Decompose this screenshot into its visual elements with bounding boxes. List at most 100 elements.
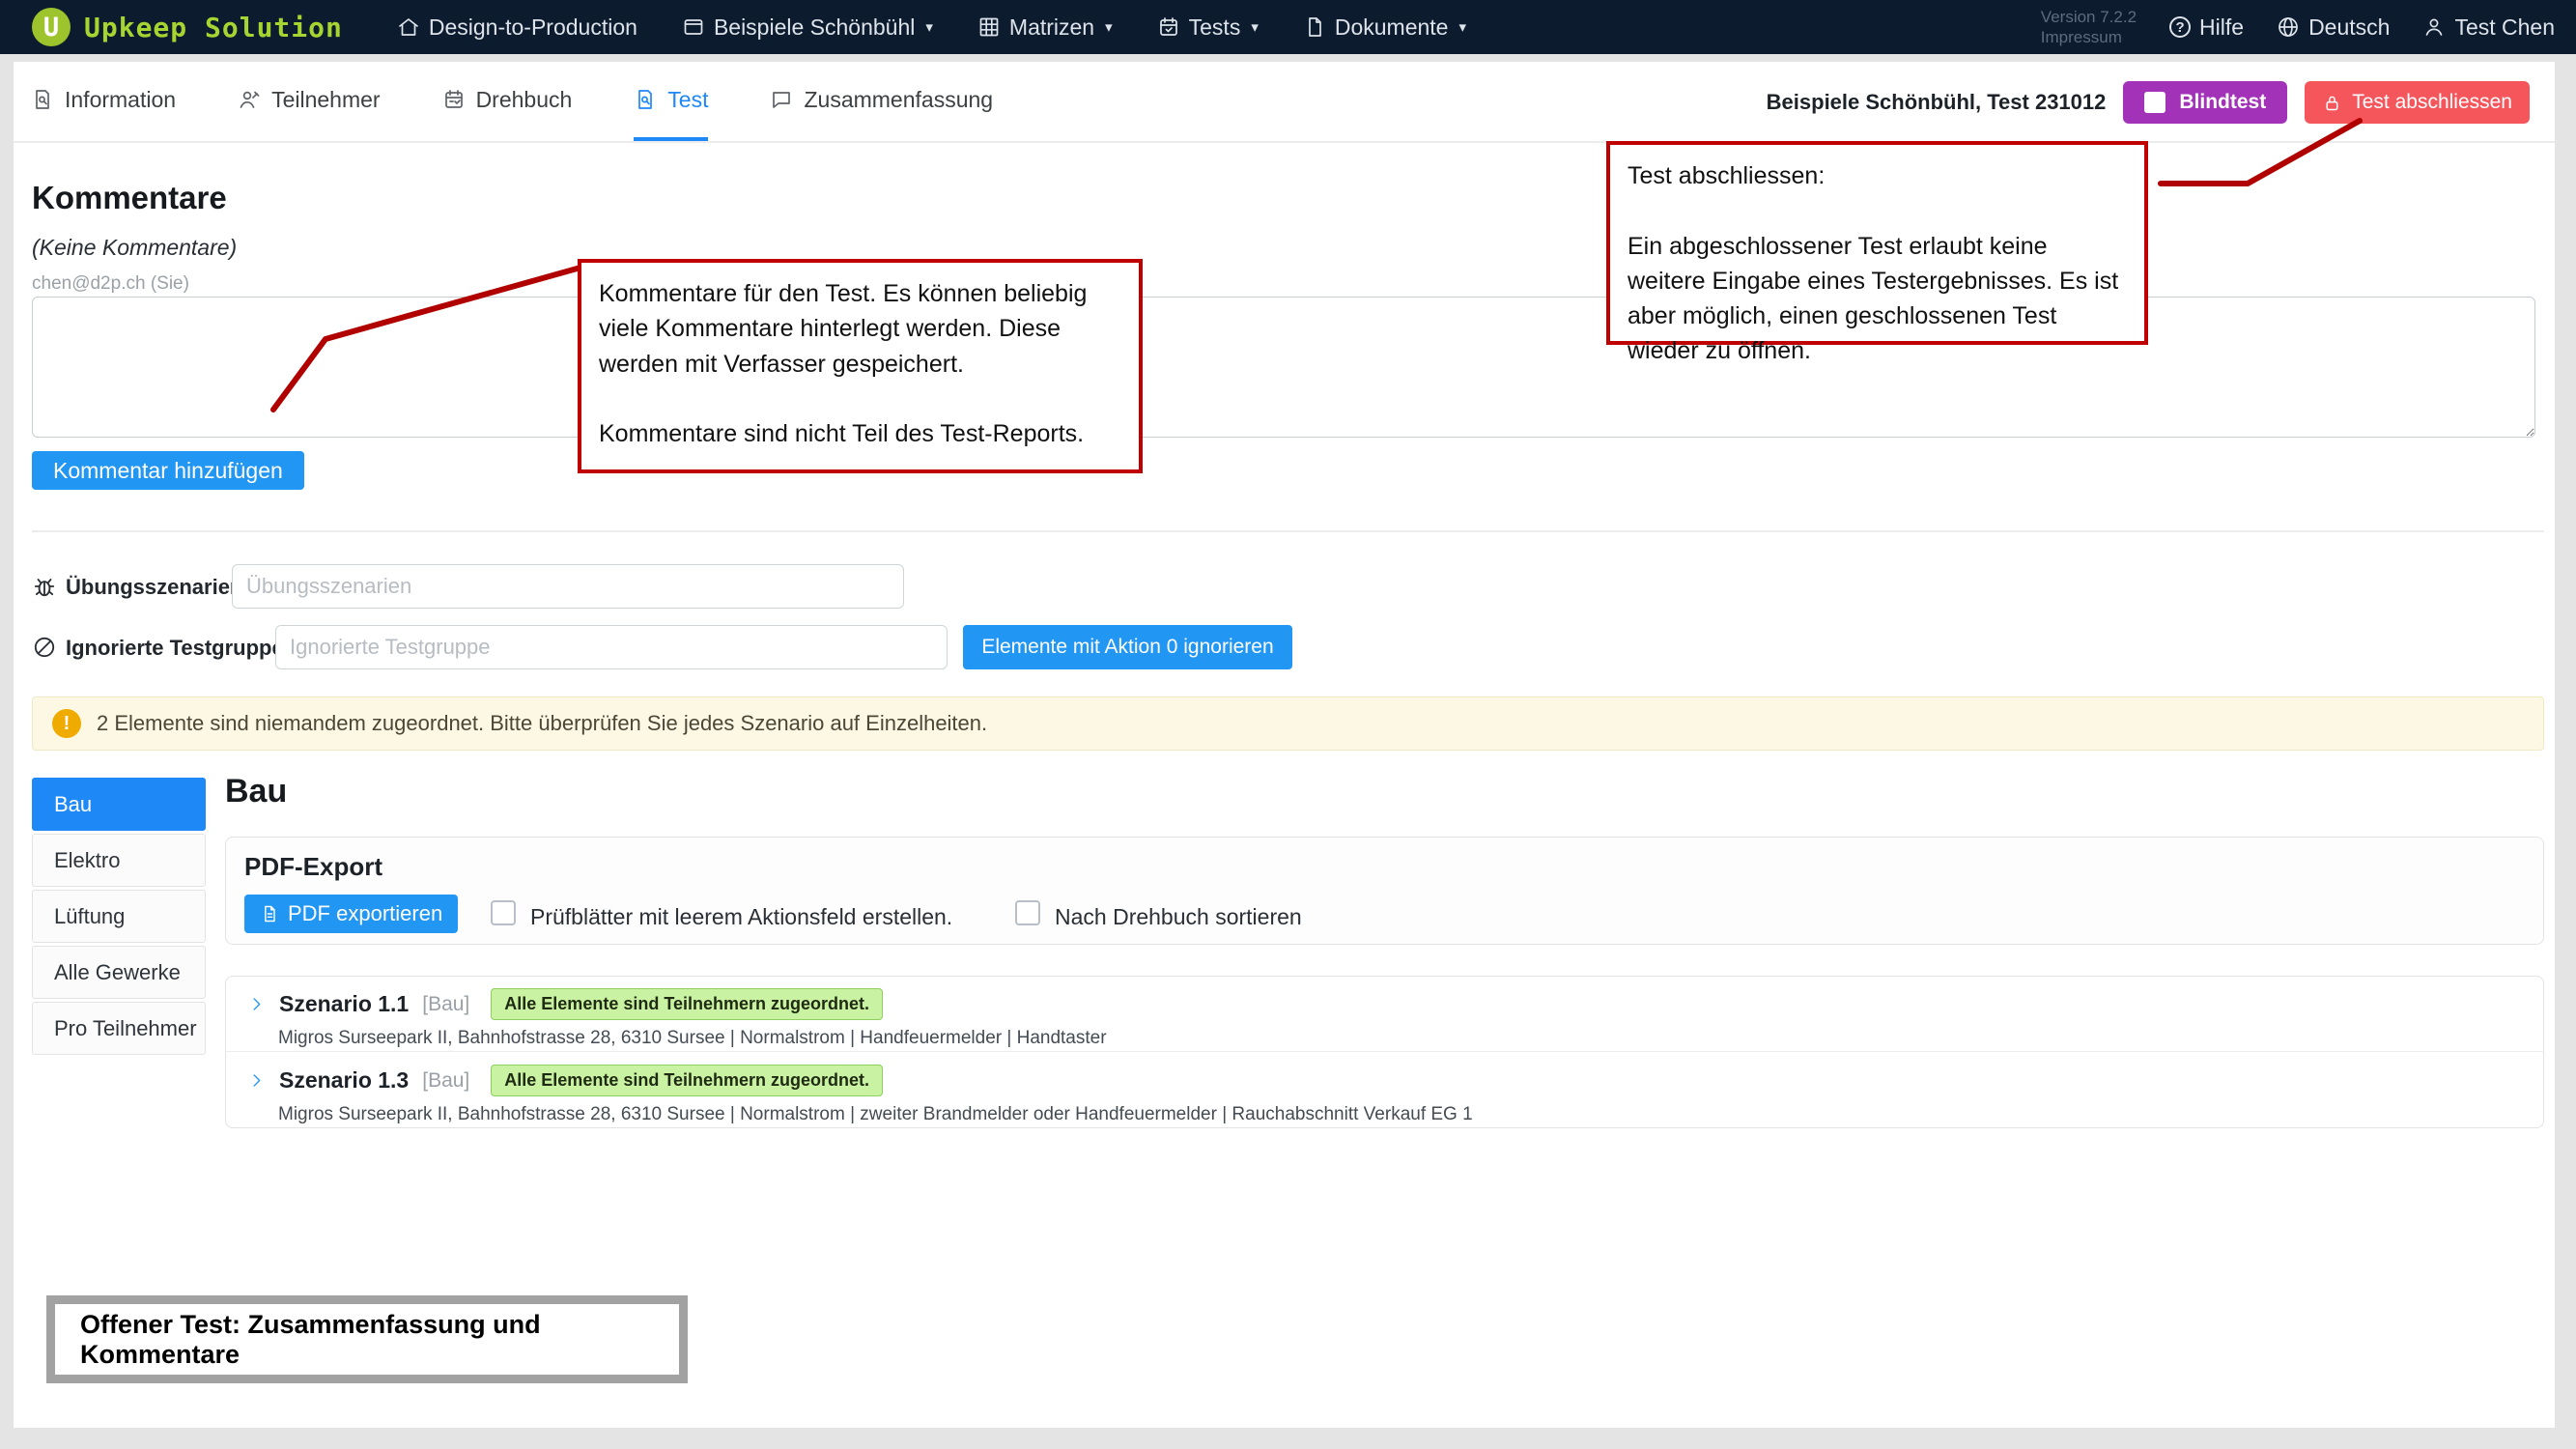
scenario-row: Szenario 1.3 [Bau] Alle Elemente sind Te…: [225, 1052, 2544, 1128]
blindtest-label: Blindtest: [2179, 91, 2266, 114]
chevron-down-icon: ▾: [1251, 18, 1259, 36]
scenario-details: Migros Surseepark II, Bahnhofstrasse 28,…: [278, 1028, 2544, 1049]
comment-annotation-note: Kommentare für den Test. Es können belie…: [578, 259, 1143, 473]
document-search-icon: [634, 88, 657, 111]
add-comment-button[interactable]: Kommentar hinzufügen: [32, 451, 304, 490]
scenario-status-badge: Alle Elemente sind Teilnehmern zugeordne…: [491, 1065, 883, 1096]
comment-author: chen@d2p.ch (Sie): [32, 273, 189, 295]
scenario-name[interactable]: Szenario 1.1: [279, 991, 409, 1017]
globe-icon: [2277, 15, 2300, 39]
version-block: Version 7.2.2 Impressum: [2041, 7, 2137, 48]
document-search-icon: [31, 88, 54, 111]
scenario-trade-tag: [Bau]: [422, 993, 469, 1016]
impressum-link[interactable]: Impressum: [2041, 27, 2137, 47]
empty-action-field-label: Prüfblätter mit leerem Aktionsfeld erste…: [530, 904, 952, 930]
ignorierte-testgruppe-label: Ignorierte Testgruppe:: [66, 636, 291, 661]
context-title: Beispiele Schönbühl, Test 231012: [1767, 90, 2107, 115]
calendar-icon: [442, 88, 466, 111]
main-nav: Design-to-Production Beispiele Schönbühl…: [397, 14, 1466, 41]
close-test-button[interactable]: Test abschliessen: [2305, 81, 2530, 124]
nav-dokumente[interactable]: Dokumente ▾: [1303, 14, 1466, 41]
tab-test[interactable]: Test: [634, 62, 708, 141]
language-label: Deutsch: [2308, 14, 2390, 41]
sidebar-item-alle-gewerke[interactable]: Alle Gewerke: [32, 946, 206, 999]
exercise-bug-icon: [32, 574, 57, 599]
help-menu[interactable]: ? Hilfe: [2169, 14, 2244, 41]
version-text: Version 7.2.2: [2041, 7, 2137, 27]
nav-label: Tests: [1189, 14, 1241, 41]
no-comments-text: (Keine Kommentare): [32, 235, 237, 261]
grid-icon: [977, 15, 1001, 39]
warning-banner: ! 2 Elemente sind niemandem zugeordnet. …: [32, 696, 2544, 751]
scenario-trade-tag: [Bau]: [422, 1069, 469, 1093]
chat-bubble-icon: [770, 88, 793, 111]
empty-action-field-checkbox[interactable]: [491, 900, 516, 925]
sort-by-drehbuch-checkbox[interactable]: [1015, 900, 1040, 925]
uebungsszenarien-label: Übungsszenarien:: [66, 575, 250, 600]
tab-teilnehmer[interactable]: Teilnehmer: [238, 62, 381, 141]
sidebar-item-pro-teilnehmer[interactable]: Pro Teilnehmer: [32, 1002, 206, 1055]
trade-heading: Bau: [225, 773, 287, 810]
help-label: Hilfe: [2199, 14, 2244, 41]
tab-label: Teilnehmer: [271, 87, 381, 113]
nav-label: Matrizen: [1009, 14, 1094, 41]
scenario-title-line: Szenario 1.3 [Bau] Alle Elemente sind Te…: [247, 1065, 2544, 1096]
chevron-right-icon[interactable]: [247, 995, 266, 1013]
nav-tests[interactable]: Tests ▾: [1157, 14, 1259, 41]
scenario-name[interactable]: Szenario 1.3: [279, 1067, 409, 1094]
sort-by-drehbuch-label: Nach Drehbuch sortieren: [1055, 904, 1302, 930]
comments-heading: Kommentare: [32, 180, 227, 216]
scenario-title-line: Szenario 1.1 [Bau] Alle Elemente sind Te…: [247, 988, 2544, 1020]
sidebar-item-lueftung[interactable]: Lüftung: [32, 890, 206, 943]
tab-label: Zusammenfassung: [804, 87, 993, 113]
tab-bar: Information Teilnehmer Drehbuch Test Zus…: [14, 62, 2555, 143]
brand-name: Upkeep Solution: [84, 12, 343, 43]
chevron-down-icon: ▾: [925, 18, 933, 36]
logo-letter: U: [43, 13, 59, 43]
tab-zusammenfassung[interactable]: Zusammenfassung: [770, 62, 993, 141]
sidebar-item-bau[interactable]: Bau: [32, 778, 206, 831]
close-test-label: Test abschliessen: [2352, 91, 2512, 114]
pdf-export-title: PDF-Export: [244, 852, 382, 882]
navbar-right: Version 7.2.2 Impressum ? Hilfe Deutsch …: [2041, 0, 2555, 54]
tab-bar-right: Beispiele Schönbühl, Test 231012 Blindte…: [1767, 62, 2530, 143]
ignore-action-zero-button[interactable]: Elemente mit Aktion 0 ignorieren: [963, 625, 1292, 669]
lock-icon: [2322, 93, 2342, 113]
chevron-down-icon: ▾: [1458, 18, 1466, 36]
user-menu[interactable]: Test Chen: [2422, 14, 2555, 41]
nav-label: Dokumente: [1335, 14, 1449, 41]
top-navbar: U Upkeep Solution Design-to-Production B…: [0, 0, 2576, 54]
nav-matrizen[interactable]: Matrizen ▾: [977, 14, 1113, 41]
section-divider: [32, 530, 2544, 532]
home-icon: [397, 15, 420, 39]
nav-beispiele-schoenbuehl[interactable]: Beispiele Schönbühl ▾: [682, 14, 933, 41]
tab-label: Information: [65, 87, 176, 113]
tab-information[interactable]: Information: [31, 62, 176, 141]
chevron-down-icon: ▾: [1105, 18, 1113, 36]
tab-label: Drehbuch: [476, 87, 573, 113]
uebungsszenarien-input[interactable]: [232, 564, 904, 609]
pdf-file-icon: [260, 904, 279, 923]
user-label: Test Chen: [2454, 14, 2555, 41]
blindtest-button[interactable]: Blindtest: [2123, 81, 2287, 124]
nav-design-to-production[interactable]: Design-to-Production: [397, 14, 637, 41]
close-test-annotation-note: Test abschliessen: Ein abgeschlossener T…: [1606, 141, 2148, 345]
chevron-right-icon[interactable]: [247, 1071, 266, 1090]
sidebar-item-elektro[interactable]: Elektro: [32, 834, 206, 887]
pdf-export-button[interactable]: PDF exportieren: [244, 895, 458, 933]
ban-icon: [32, 635, 57, 660]
app-logo[interactable]: U: [32, 8, 71, 46]
scenario-status-badge: Alle Elemente sind Teilnehmern zugeordne…: [491, 988, 883, 1020]
comment-input[interactable]: [32, 297, 2535, 438]
blindtest-checkbox[interactable]: [2144, 92, 2166, 113]
page: U Upkeep Solution Design-to-Production B…: [0, 0, 2576, 1449]
language-menu[interactable]: Deutsch: [2277, 14, 2390, 41]
tab-drehbuch[interactable]: Drehbuch: [442, 62, 573, 141]
warning-icon: !: [52, 709, 81, 738]
nav-label: Beispiele Schönbühl: [714, 14, 915, 41]
ignorierte-testgruppe-input[interactable]: [275, 625, 948, 669]
project-icon: [682, 15, 705, 39]
tab-label: Test: [667, 87, 708, 113]
warning-text: 2 Elemente sind niemandem zugeordnet. Bi…: [97, 711, 987, 736]
calendar-check-icon: [1157, 15, 1180, 39]
